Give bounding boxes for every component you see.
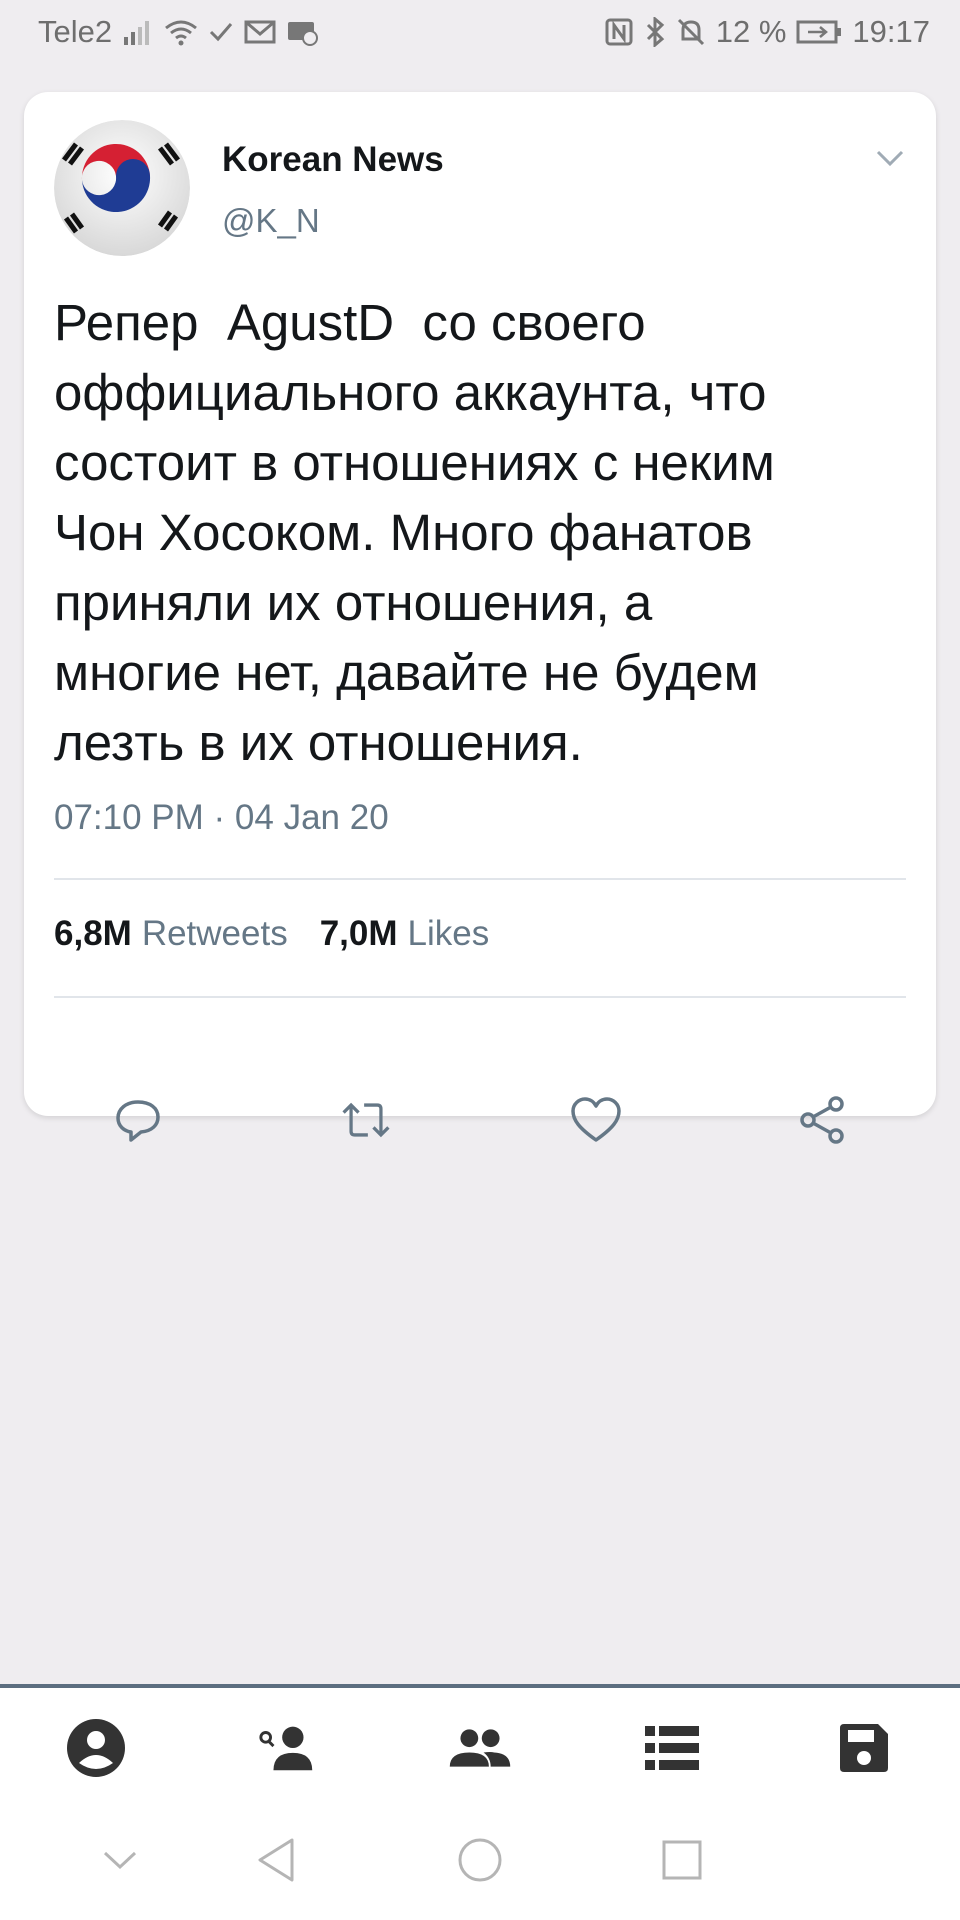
profile-icon[interactable] <box>64 1716 128 1780</box>
add-person-icon[interactable] <box>256 1716 320 1780</box>
avatar[interactable] <box>54 120 190 256</box>
share-icon[interactable] <box>794 1092 850 1148</box>
people-icon[interactable] <box>448 1716 512 1780</box>
battery-icon <box>796 19 842 45</box>
author-handle[interactable]: @K_N <box>222 202 320 240</box>
system-nav-bar <box>0 1800 960 1920</box>
signal-icon <box>122 19 154 45</box>
chevron-down-icon[interactable] <box>868 136 912 180</box>
author-name[interactable]: Korean News <box>222 140 444 180</box>
wifi-icon <box>164 18 198 46</box>
tweet-stats: 6,8M Retweets 7,0M Likes <box>54 914 489 954</box>
likes-count: 7,0M <box>319 914 398 953</box>
bell-off-icon <box>676 17 706 47</box>
clock: 19:17 <box>852 14 930 49</box>
check-icon <box>208 20 234 44</box>
nfc-icon <box>604 17 634 47</box>
retweets-label: Retweets <box>141 914 288 953</box>
likes-label: Likes <box>407 914 490 953</box>
tweet-text: Репер AgustD со своего оффициального акк… <box>54 294 775 771</box>
home-icon[interactable] <box>454 1834 506 1886</box>
tweet-timestamp: 07:10 PM · 04 Jan 20 <box>54 798 389 837</box>
save-icon[interactable] <box>832 1716 896 1780</box>
bottom-tab-bar <box>0 1684 960 1804</box>
tweet-card: Korean News @K_N Репер AgustD со своего … <box>24 92 936 1144</box>
carrier-label: Tele2 <box>38 14 113 49</box>
back-icon[interactable] <box>250 1834 302 1886</box>
recents-icon[interactable] <box>656 1834 708 1886</box>
korea-flag-icon <box>54 120 190 256</box>
like-icon[interactable] <box>568 1092 624 1148</box>
status-bar: Tele2 12 % 19:17 <box>0 0 960 64</box>
retweets-count: 6,8M <box>54 914 132 953</box>
reply-icon[interactable] <box>110 1092 166 1148</box>
retweet-icon[interactable] <box>338 1092 394 1148</box>
tweet-actions <box>24 1092 936 1162</box>
collapse-icon[interactable] <box>94 1834 146 1886</box>
divider <box>54 878 906 880</box>
likes-stat[interactable]: 7,0M Likes <box>320 914 490 954</box>
divider <box>54 996 906 998</box>
gmail-icon <box>244 19 276 45</box>
retweets-stat[interactable]: 6,8M Retweets <box>54 914 288 954</box>
mail-icon <box>286 18 319 46</box>
bluetooth-icon <box>644 17 666 47</box>
list-icon[interactable] <box>640 1716 704 1780</box>
battery-percent: 12 % <box>715 14 787 49</box>
